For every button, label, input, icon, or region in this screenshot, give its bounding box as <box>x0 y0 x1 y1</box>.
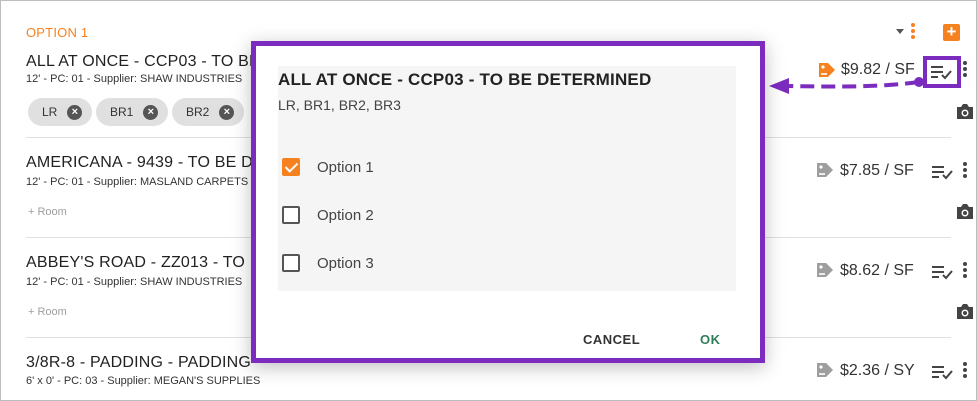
option-1-label: Option 1 <box>317 158 374 176</box>
remove-chip-icon[interactable]: × <box>67 104 83 120</box>
room-chip-br2: BR2 × <box>172 98 245 126</box>
product-price: $8.62 / SF <box>840 262 914 279</box>
chip-label: LR <box>42 105 58 119</box>
ok-button[interactable]: OK <box>700 332 721 347</box>
annotation-arrow-icon <box>769 77 924 94</box>
price-tag-icon[interactable] <box>816 262 834 278</box>
option-2-checkbox[interactable] <box>282 206 300 224</box>
add-product-button[interactable]: + <box>943 23 960 41</box>
option-3-checkbox[interactable] <box>282 254 300 272</box>
product-price: $2.36 / SY <box>840 362 915 379</box>
add-room-link[interactable]: + Room <box>28 206 67 218</box>
dialog-title: ALL AT ONCE - CCP03 - TO BE DETERMINED <box>278 70 652 89</box>
list-check-icon[interactable] <box>931 364 955 380</box>
option-assign-dialog: ALL AT ONCE - CCP03 - TO BE DETERMINED L… <box>251 41 765 363</box>
row-more-icon[interactable] <box>963 61 967 79</box>
dialog-content: ALL AT ONCE - CCP03 - TO BE DETERMINED L… <box>278 66 736 291</box>
product-price: $7.85 / SF <box>840 162 914 179</box>
chevron-down-icon[interactable] <box>896 29 904 34</box>
more-options-icon[interactable] <box>911 23 915 41</box>
add-room-link[interactable]: + Room <box>28 306 67 318</box>
price-tag-icon[interactable] <box>816 162 834 178</box>
remove-chip-icon[interactable]: × <box>143 104 159 120</box>
dialog-subtitle: LR, BR1, BR2, BR3 <box>278 97 401 113</box>
room-chip-br1: BR1 × <box>96 98 169 126</box>
product-title[interactable]: 3/8R-8 - PADDING - PADDING <box>26 354 251 372</box>
option-1-row[interactable]: Option 1 <box>282 158 374 176</box>
row-more-icon[interactable] <box>963 362 967 380</box>
option-1-checkbox[interactable] <box>282 158 300 176</box>
option-2-label: Option 2 <box>317 206 374 224</box>
chip-label: BR2 <box>186 105 210 119</box>
product-subtitle: 12' - PC: 01 - Supplier: SHAW INDUSTRIES <box>26 276 243 288</box>
product-subtitle: 12' - PC: 01 - Supplier: MASLAND CARPETS <box>26 176 249 188</box>
camera-icon[interactable] <box>955 103 975 120</box>
product-subtitle: 12' - PC: 01 - Supplier: SHAW INDUSTRIES <box>26 73 243 85</box>
remove-chip-icon[interactable]: × <box>219 104 235 120</box>
option-2-row[interactable]: Option 2 <box>282 206 374 224</box>
section-title: OPTION 1 <box>26 25 89 40</box>
row-more-icon[interactable] <box>963 262 967 280</box>
option-3-label: Option 3 <box>317 254 374 272</box>
price-tag-icon[interactable] <box>816 362 834 378</box>
camera-icon[interactable] <box>955 203 975 220</box>
row-more-icon[interactable] <box>963 162 967 180</box>
list-check-icon[interactable] <box>931 264 955 280</box>
chip-label: BR1 <box>110 105 134 119</box>
camera-icon[interactable] <box>955 303 975 320</box>
room-chip-lr: LR × <box>28 98 93 126</box>
product-list-page: OPTION 1 + ALL AT ONCE - CCP03 - TO BE D… <box>0 0 977 401</box>
product-subtitle: 6' x 0' - PC: 03 - Supplier: MEGAN'S SUP… <box>26 375 261 387</box>
cancel-button[interactable]: CANCEL <box>583 332 640 347</box>
option-3-row[interactable]: Option 3 <box>282 254 374 272</box>
list-check-icon[interactable] <box>931 164 955 180</box>
